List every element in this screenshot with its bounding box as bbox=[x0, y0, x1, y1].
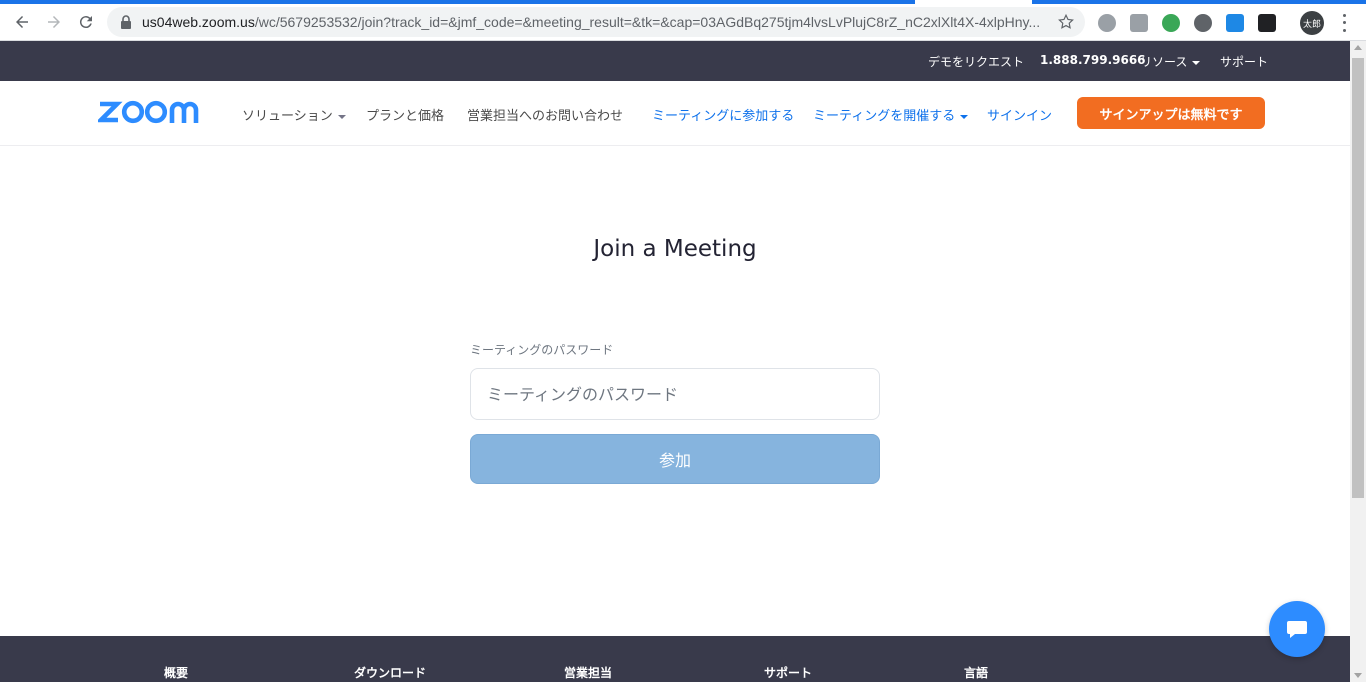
footer-language-heading: 言語 bbox=[964, 666, 989, 680]
sign-in-link[interactable]: サインイン bbox=[987, 105, 1052, 124]
address-bar[interactable]: us04web.zoom.us/wc/5679253532/join?track… bbox=[107, 7, 1085, 37]
footer-about-heading: 概要 bbox=[164, 666, 189, 680]
qr-extension-icon[interactable] bbox=[1258, 14, 1276, 32]
browser-toolbar: us04web.zoom.us/wc/5679253532/join?track… bbox=[0, 4, 1366, 41]
page-viewport: デモをリクエスト 1.888.799.9666 リソース サポート ソリューショ… bbox=[0, 41, 1350, 682]
url-host: us04web.zoom.us bbox=[142, 14, 255, 30]
scroll-down-arrow[interactable] bbox=[1354, 673, 1362, 678]
scroll-up-arrow[interactable] bbox=[1354, 45, 1362, 50]
request-demo-link[interactable]: デモをリクエスト bbox=[928, 53, 1024, 70]
zoom-logo[interactable] bbox=[98, 98, 210, 126]
footer: 概要 ダウンロード 営業担当 サポート 言語 bbox=[0, 636, 1350, 682]
star-icon[interactable] bbox=[1057, 13, 1075, 31]
resources-menu[interactable]: リソース bbox=[1140, 53, 1201, 70]
url-text: us04web.zoom.us/wc/5679253532/join?track… bbox=[142, 14, 1042, 30]
page-scrollbar[interactable] bbox=[1350, 41, 1366, 682]
meeting-password-input[interactable] bbox=[470, 368, 880, 420]
password-label: ミーティングのパスワード bbox=[470, 343, 614, 357]
reload-icon[interactable] bbox=[74, 10, 98, 34]
join-button[interactable]: 参加 bbox=[470, 434, 880, 484]
resources-label: リソース bbox=[1140, 55, 1188, 69]
join-meeting-link[interactable]: ミーティングに参加する bbox=[652, 105, 794, 124]
contact-sales-link[interactable]: 営業担当へのお問い合わせ bbox=[467, 105, 623, 124]
footer-download-heading: ダウンロード bbox=[354, 666, 427, 680]
extension-1-icon[interactable] bbox=[1098, 14, 1116, 32]
page-title: Join a Meeting bbox=[593, 236, 757, 262]
extension-4-icon[interactable] bbox=[1194, 14, 1212, 32]
scrollbar-thumb[interactable] bbox=[1352, 58, 1364, 498]
camera-extension-icon[interactable] bbox=[1130, 14, 1148, 32]
footer-sales-heading: 営業担当 bbox=[564, 666, 613, 680]
forward-arrow-icon[interactable] bbox=[42, 10, 66, 34]
url-path: /wc/5679253532/join?track_id=&jmf_code=&… bbox=[254, 14, 1041, 30]
support-link[interactable]: サポート bbox=[1220, 53, 1268, 70]
host-meeting-label: ミーティングを開催する bbox=[813, 109, 956, 124]
chat-icon bbox=[1287, 621, 1307, 638]
s-extension-icon[interactable] bbox=[1226, 14, 1244, 32]
main-navigation: ソリューション プランと価格 営業担当へのお問い合わせ ミーティングに参加する … bbox=[0, 81, 1350, 146]
solutions-label: ソリューション bbox=[242, 109, 333, 124]
top-utility-bar: デモをリクエスト 1.888.799.9666 リソース サポート bbox=[0, 41, 1350, 81]
host-meeting-menu[interactable]: ミーティングを開催する bbox=[813, 105, 969, 124]
chevron-down-icon bbox=[1192, 60, 1201, 65]
lock-icon bbox=[121, 15, 131, 29]
back-arrow-icon[interactable] bbox=[10, 10, 34, 34]
browser-menu-icon[interactable] bbox=[1338, 12, 1350, 34]
chat-button[interactable] bbox=[1269, 601, 1325, 657]
phone-link[interactable]: 1.888.799.9666 bbox=[1040, 53, 1146, 67]
profile-avatar[interactable]: 太郎 bbox=[1300, 11, 1324, 35]
plans-pricing-link[interactable]: プランと価格 bbox=[366, 105, 444, 124]
footer-support-heading: サポート bbox=[764, 666, 813, 680]
chevron-down-icon bbox=[337, 114, 346, 119]
sign-up-free-button[interactable]: サインアップは無料です bbox=[1077, 97, 1265, 129]
chevron-down-icon bbox=[960, 114, 969, 119]
clover-extension-icon[interactable] bbox=[1162, 14, 1180, 32]
solutions-menu[interactable]: ソリューション bbox=[242, 105, 346, 124]
